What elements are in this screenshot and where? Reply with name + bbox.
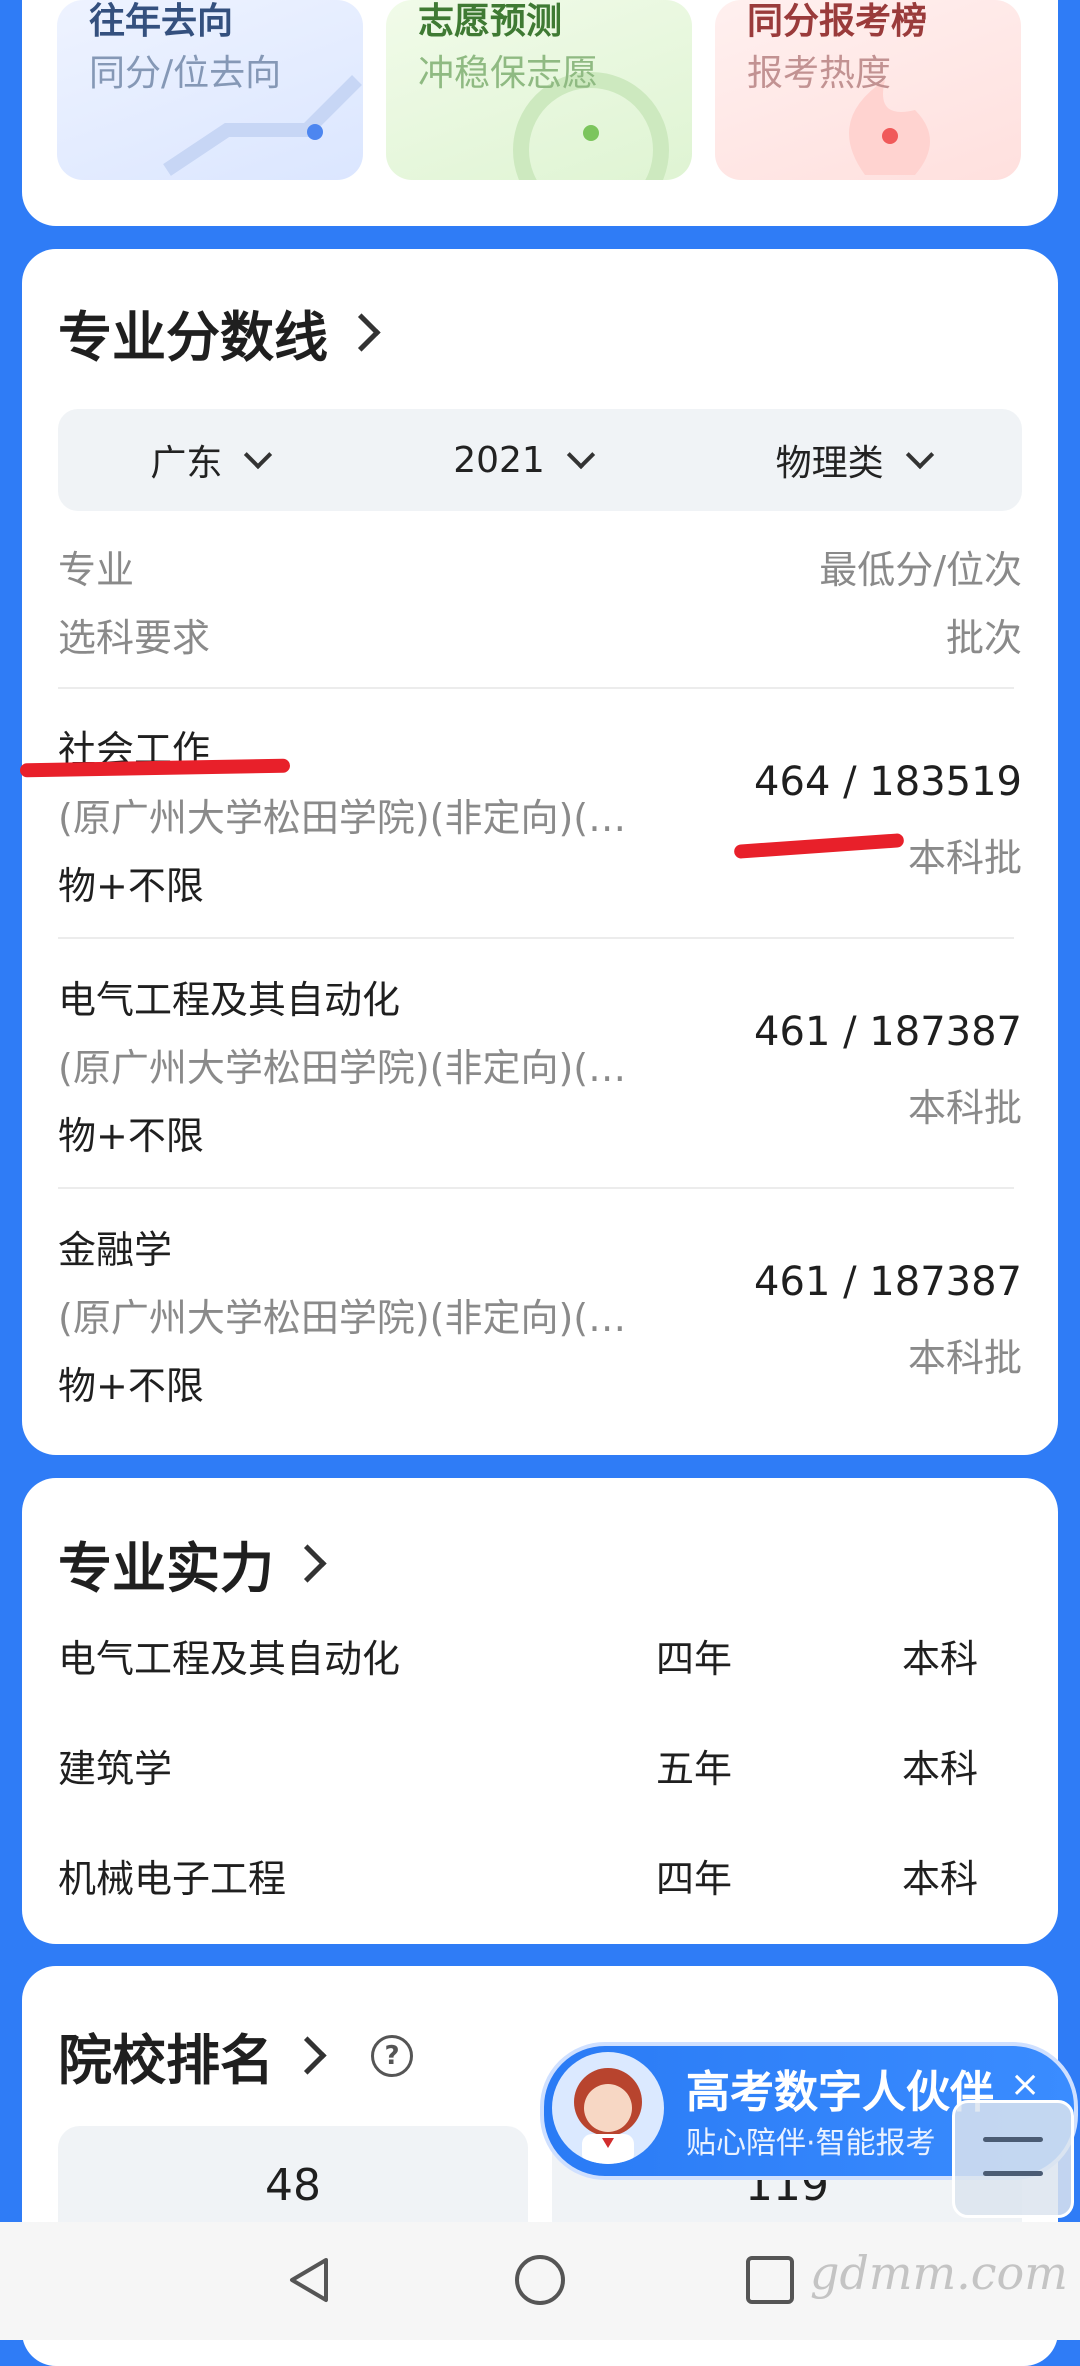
menu-line (983, 2137, 1043, 2142)
quick-tools-card: 往年去向 同分/位去向 志愿预测 冲稳保志愿 同分报考榜 报考热度 (22, 0, 1058, 226)
home-icon[interactable] (512, 2252, 568, 2308)
study-years: 四年 (656, 1637, 733, 1681)
tile-title: 同分报考榜 (747, 1, 928, 42)
list-item[interactable]: 电气工程及其自动化 四年 本科 (58, 1628, 1022, 1683)
degree-level: 本科 (902, 1747, 979, 1791)
major-name: 电气工程及其自动化 (58, 978, 401, 1022)
year-filter[interactable]: 2021 (453, 439, 595, 481)
ranking-section-header[interactable]: 院校排名 ? (58, 2016, 413, 2095)
batch: 本科批 (907, 1336, 1022, 1380)
table-row[interactable]: 金融学 (原广州大学松田学院)(非定向)(… 物+不限 461 / 187387… (58, 1219, 1022, 1469)
tile-subtitle: 冲稳保志愿 (418, 53, 599, 94)
help-icon[interactable]: ? (371, 2034, 413, 2077)
min-score-rank: 461 / 187387 (754, 1009, 1022, 1055)
ranking-value: 48 (265, 2160, 321, 2211)
header-batch: 批次 (945, 616, 1022, 660)
subject-requirement: 物+不限 (58, 1114, 204, 1158)
major-score-card: 专业分数线 广东 2021 物理类 专业 最低分/位次 选科要求 批次 社会工作… (19, 249, 1058, 1455)
tile-prediction[interactable]: 志愿预测 冲稳保志愿 (386, 0, 692, 180)
degree-level: 本科 (902, 1857, 979, 1901)
chevron-right-icon (288, 1544, 327, 1583)
divider (58, 1187, 1014, 1189)
chevron-right-icon (288, 2036, 327, 2075)
tile-title: 往年去向 (89, 1, 234, 42)
tile-title: 志愿预测 (418, 1, 563, 42)
school-note: (原广州大学松田学院)(非定向)(… (58, 1046, 627, 1090)
school-note: (原广州大学松田学院)(非定向)(… (58, 796, 627, 840)
major-name: 建筑学 (58, 1747, 173, 1791)
study-years: 四年 (656, 1857, 733, 1901)
section-title: 专业分数线 (58, 306, 328, 369)
recents-icon[interactable] (742, 2252, 798, 2308)
subject-requirement: 物+不限 (58, 1364, 204, 1408)
tile-same-score-ranking[interactable]: 同分报考榜 报考热度 (715, 0, 1021, 180)
filter-label: 广东 (150, 443, 223, 484)
list-item[interactable]: 建筑学 五年 本科 (58, 1738, 1022, 1793)
filter-label: 2021 (453, 439, 545, 481)
header-major: 专业 (58, 548, 135, 592)
watermark: gdmm.com (810, 2246, 1068, 2300)
school-note: (原广州大学松田学院)(非定向)(… (58, 1296, 627, 1340)
divider (58, 937, 1014, 939)
menu-line (983, 2171, 1043, 2176)
header-min-score-rank: 最低分/位次 (819, 548, 1022, 592)
batch: 本科批 (907, 836, 1022, 880)
subject-requirement: 物+不限 (58, 864, 204, 908)
score-section-header[interactable]: 专业分数线 (58, 293, 381, 372)
major-name: 金融学 (58, 1228, 173, 1272)
min-score-rank: 464 / 183519 (754, 759, 1022, 805)
major-name: 电气工程及其自动化 (58, 1637, 401, 1681)
degree-level: 本科 (902, 1637, 979, 1681)
assistant-avatar (552, 2052, 664, 2164)
back-icon[interactable] (282, 2252, 338, 2308)
filter-label: 物理类 (775, 443, 884, 484)
menu-button[interactable] (952, 2100, 1074, 2218)
min-score-rank: 461 / 187387 (754, 1259, 1022, 1305)
chevron-down-icon (244, 440, 273, 470)
header-subject-requirement: 选科要求 (58, 616, 211, 660)
province-filter[interactable]: 广东 (150, 434, 273, 486)
tile-subtitle: 同分/位去向 (89, 53, 282, 94)
close-icon[interactable]: × (1010, 2064, 1040, 2105)
strength-section-header[interactable]: 专业实力 (58, 1524, 327, 1603)
avatar-image (574, 2068, 642, 2164)
table-row[interactable]: 电气工程及其自动化 (原广州大学松田学院)(非定向)(… 物+不限 461 / … (58, 969, 1022, 1219)
section-title: 专业实力 (58, 1537, 274, 1600)
major-strength-card: 专业实力 电气工程及其自动化 四年 本科 建筑学 五年 本科 机械电子工程 四年… (22, 1478, 1058, 1944)
major-name: 机械电子工程 (58, 1857, 287, 1901)
category-filter[interactable]: 物理类 (775, 434, 934, 486)
section-title: 院校排名 (58, 2029, 274, 2092)
filter-bar: 广东 2021 物理类 (58, 409, 1022, 511)
chevron-down-icon (566, 440, 595, 470)
tile-past-destinations[interactable]: 往年去向 同分/位去向 (57, 0, 363, 180)
list-item[interactable]: 机械电子工程 四年 本科 (58, 1848, 1022, 1903)
divider (58, 687, 1014, 689)
study-years: 五年 (656, 1747, 733, 1791)
assistant-subtitle: 贴心陪伴·智能报考 (686, 2126, 936, 2161)
batch: 本科批 (907, 1086, 1022, 1130)
tile-subtitle: 报考热度 (747, 53, 892, 94)
chevron-right-icon (342, 313, 381, 352)
assistant-title: 高考数字人伙伴 (686, 2067, 994, 2118)
chevron-down-icon (905, 440, 934, 470)
